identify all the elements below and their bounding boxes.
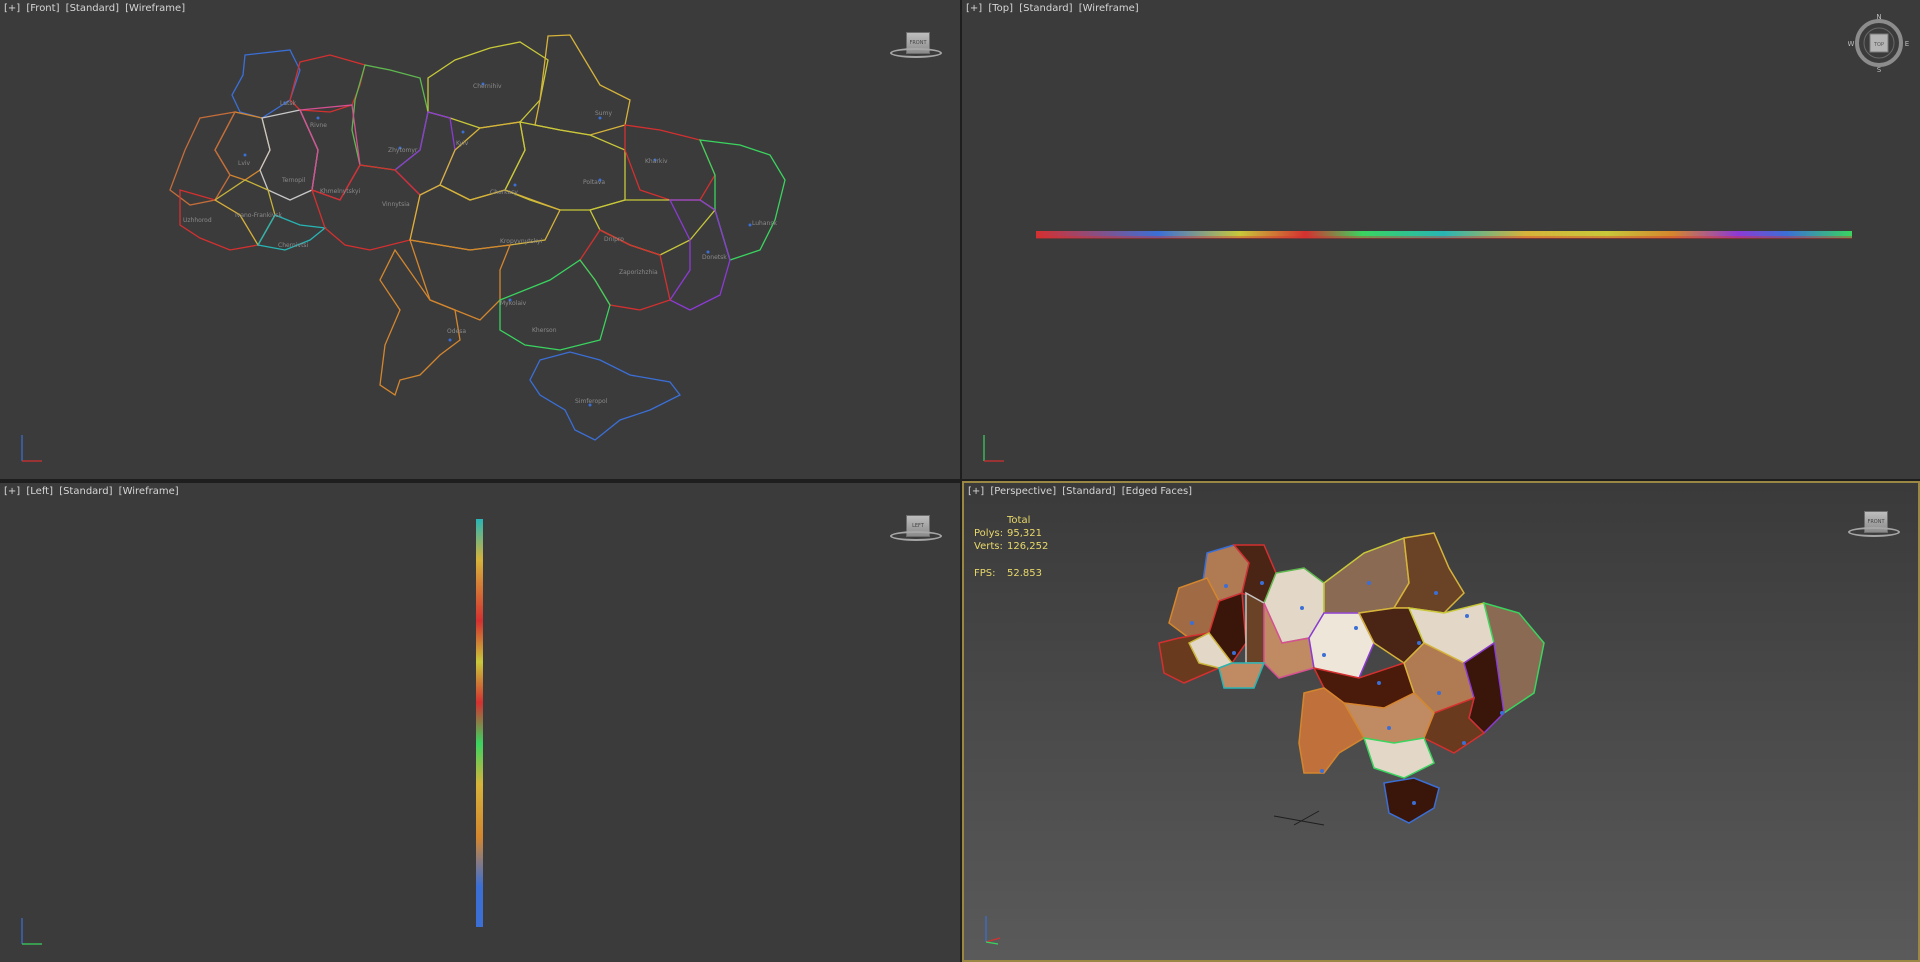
perspective-viewport[interactable]: [+] [Perspective] [Standard] [Edged Face…: [962, 481, 1920, 962]
region-label: Rivne: [310, 122, 327, 129]
viewport-menu-plus[interactable]: [+]: [966, 3, 982, 14]
fps-value: 52.853: [1007, 568, 1042, 579]
viewport-point-of-view[interactable]: [Perspective]: [990, 486, 1056, 497]
region-label: Khmelnytskyi: [320, 188, 361, 195]
region-label: Cherkasy: [490, 189, 518, 196]
region-label: Zhytomyr: [388, 147, 418, 154]
region-label: Ivano-Frankivsk: [235, 212, 283, 219]
viewcube-ring[interactable]: [890, 531, 942, 541]
axis-tripod-icon: [21, 435, 42, 462]
verts-label: Verts:: [974, 541, 1003, 552]
viewport-shading-mode[interactable]: [Edged Faces]: [1122, 486, 1192, 497]
region-label: Chernivtsi: [278, 242, 309, 249]
front-viewport-label[interactable]: [+] [Front] [Standard] [Wireframe]: [4, 3, 188, 14]
compass-icon[interactable]: TOP N S E W: [1848, 12, 1910, 74]
region-label: Kherson: [532, 327, 557, 334]
region-label: Kharkiv: [645, 158, 668, 165]
region-label: Poltava: [583, 179, 605, 186]
top-viewport[interactable]: [+] [Top] [Standard] [Wireframe] TOP N S…: [962, 0, 1920, 479]
top-viewport-label[interactable]: [+] [Top] [Standard] [Wireframe]: [966, 3, 1142, 14]
region-label: Kropyvnytskyi: [500, 238, 542, 245]
region-label: Mykolaiv: [500, 300, 527, 307]
viewport-point-of-view[interactable]: [Top]: [988, 3, 1013, 14]
transform-gizmo-icon: [1273, 810, 1325, 826]
viewport-point-of-view[interactable]: [Front]: [26, 3, 59, 14]
axis-tripod-icon: [21, 918, 42, 945]
region-label: Donetsk: [702, 254, 727, 261]
region-label: Dnipro: [604, 236, 624, 243]
left-viewport[interactable]: [+] [Left] [Standard] [Wireframe] LEFT: [0, 483, 960, 962]
viewport-shading-standard[interactable]: [Standard]: [1062, 486, 1115, 497]
viewport-menu-plus[interactable]: [+]: [4, 486, 20, 497]
compass-face: TOP: [1873, 42, 1884, 48]
viewcube[interactable]: FRONT: [886, 28, 944, 64]
region-label: Zaporizhzhia: [619, 269, 658, 276]
polys-value: 95,321: [1007, 528, 1042, 539]
viewport-shading-mode[interactable]: [Wireframe]: [125, 3, 185, 14]
scene-statistics: Total Polys: 95,321 Verts: 126,252 FPS: 52.…: [974, 515, 1048, 581]
region-label: Kyiv: [456, 140, 469, 147]
viewport-shading-standard[interactable]: [Standard]: [1019, 3, 1072, 14]
viewport-shading-standard[interactable]: [Standard]: [59, 486, 112, 497]
front-wireframe-map: Lutsk Rivne Zhytomyr Chernihiv Sumy Lviv…: [169, 34, 786, 441]
region-label: Lviv: [238, 160, 251, 167]
region-label: Sumy: [595, 110, 612, 117]
viewport-point-of-view[interactable]: [Left]: [26, 486, 53, 497]
compass-north: N: [1876, 13, 1881, 21]
region-label: Ternopil: [281, 177, 306, 184]
viewport-shading-standard[interactable]: [Standard]: [66, 3, 119, 14]
axis-tripod-icon: [983, 435, 1004, 462]
axis-tripod-icon: [985, 916, 1001, 945]
fps-label: FPS:: [974, 568, 996, 579]
compass-east: E: [1905, 40, 1909, 48]
region-label: Luhansk: [752, 220, 777, 227]
viewport-menu-plus[interactable]: [+]: [968, 486, 984, 497]
verts-value: 126,252: [1007, 541, 1049, 552]
region-label: Lutsk: [280, 100, 297, 107]
perspective-viewport-label[interactable]: [+] [Perspective] [Standard] [Edged Face…: [968, 486, 1195, 497]
region-label: Vinnytsia: [382, 201, 410, 208]
left-edge-strip: [476, 519, 483, 927]
region-label: Simferopol: [575, 398, 608, 405]
front-viewport[interactable]: [+] [Front] [Standard] [Wireframe] FRONT: [0, 0, 960, 479]
left-viewport-label[interactable]: [+] [Left] [Standard] [Wireframe]: [4, 486, 182, 497]
compass-south: S: [1877, 66, 1882, 74]
viewcube-ring[interactable]: [890, 48, 942, 58]
viewport-menu-plus[interactable]: [+]: [4, 3, 20, 14]
viewcube-ring[interactable]: [1848, 527, 1900, 537]
region-label: Chernihiv: [473, 83, 502, 90]
viewport-shading-mode[interactable]: [Wireframe]: [1079, 3, 1139, 14]
region-label: Odesa: [447, 328, 466, 335]
viewcube[interactable]: LEFT: [886, 511, 944, 547]
stats-header: Total: [1007, 515, 1031, 526]
viewport-grid: [+] [Front] [Standard] [Wireframe] FRONT: [0, 0, 1920, 962]
region-label: Uzhhorod: [183, 217, 212, 224]
viewcube[interactable]: FRONT: [1844, 507, 1902, 543]
top-edge-strip: [1036, 231, 1852, 239]
compass-west: W: [1848, 40, 1855, 48]
viewport-shading-mode[interactable]: [Wireframe]: [119, 486, 179, 497]
polys-label: Polys:: [974, 528, 1004, 539]
